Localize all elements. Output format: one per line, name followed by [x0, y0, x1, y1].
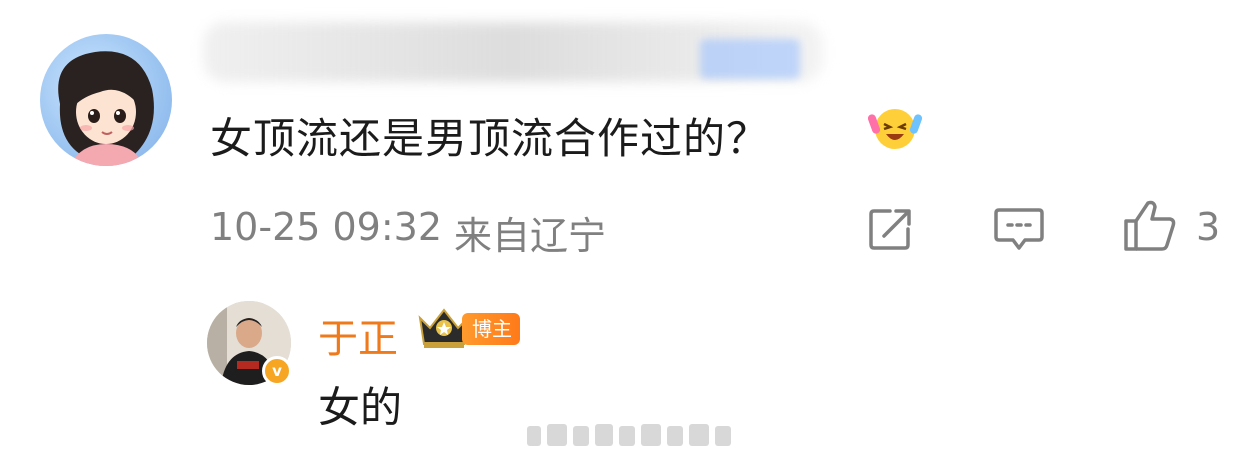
comment-icon[interactable]: [993, 206, 1045, 252]
blurred-username-highlight: [700, 39, 800, 79]
comment-location: 来自辽宁: [454, 214, 607, 258]
like-count: 3: [1196, 205, 1221, 249]
comment-text: 女顶流还是男顶流合作过的？: [210, 114, 770, 163]
comment-time: 10-25 09:32: [210, 205, 443, 249]
commenter-avatar[interactable]: [40, 34, 172, 166]
laugh-cry-emoji-icon: [867, 100, 923, 154]
reply-text: 女的: [318, 383, 403, 432]
blurred-watermark: [525, 418, 735, 452]
avatar-illustration: [58, 51, 154, 166]
share-icon[interactable]: [866, 205, 914, 253]
verified-badge: v: [262, 356, 292, 386]
blogger-badge: 博主: [462, 313, 520, 345]
reply-username[interactable]: 于正: [318, 306, 398, 364]
like-thumbs-up-icon[interactable]: [1122, 197, 1178, 253]
